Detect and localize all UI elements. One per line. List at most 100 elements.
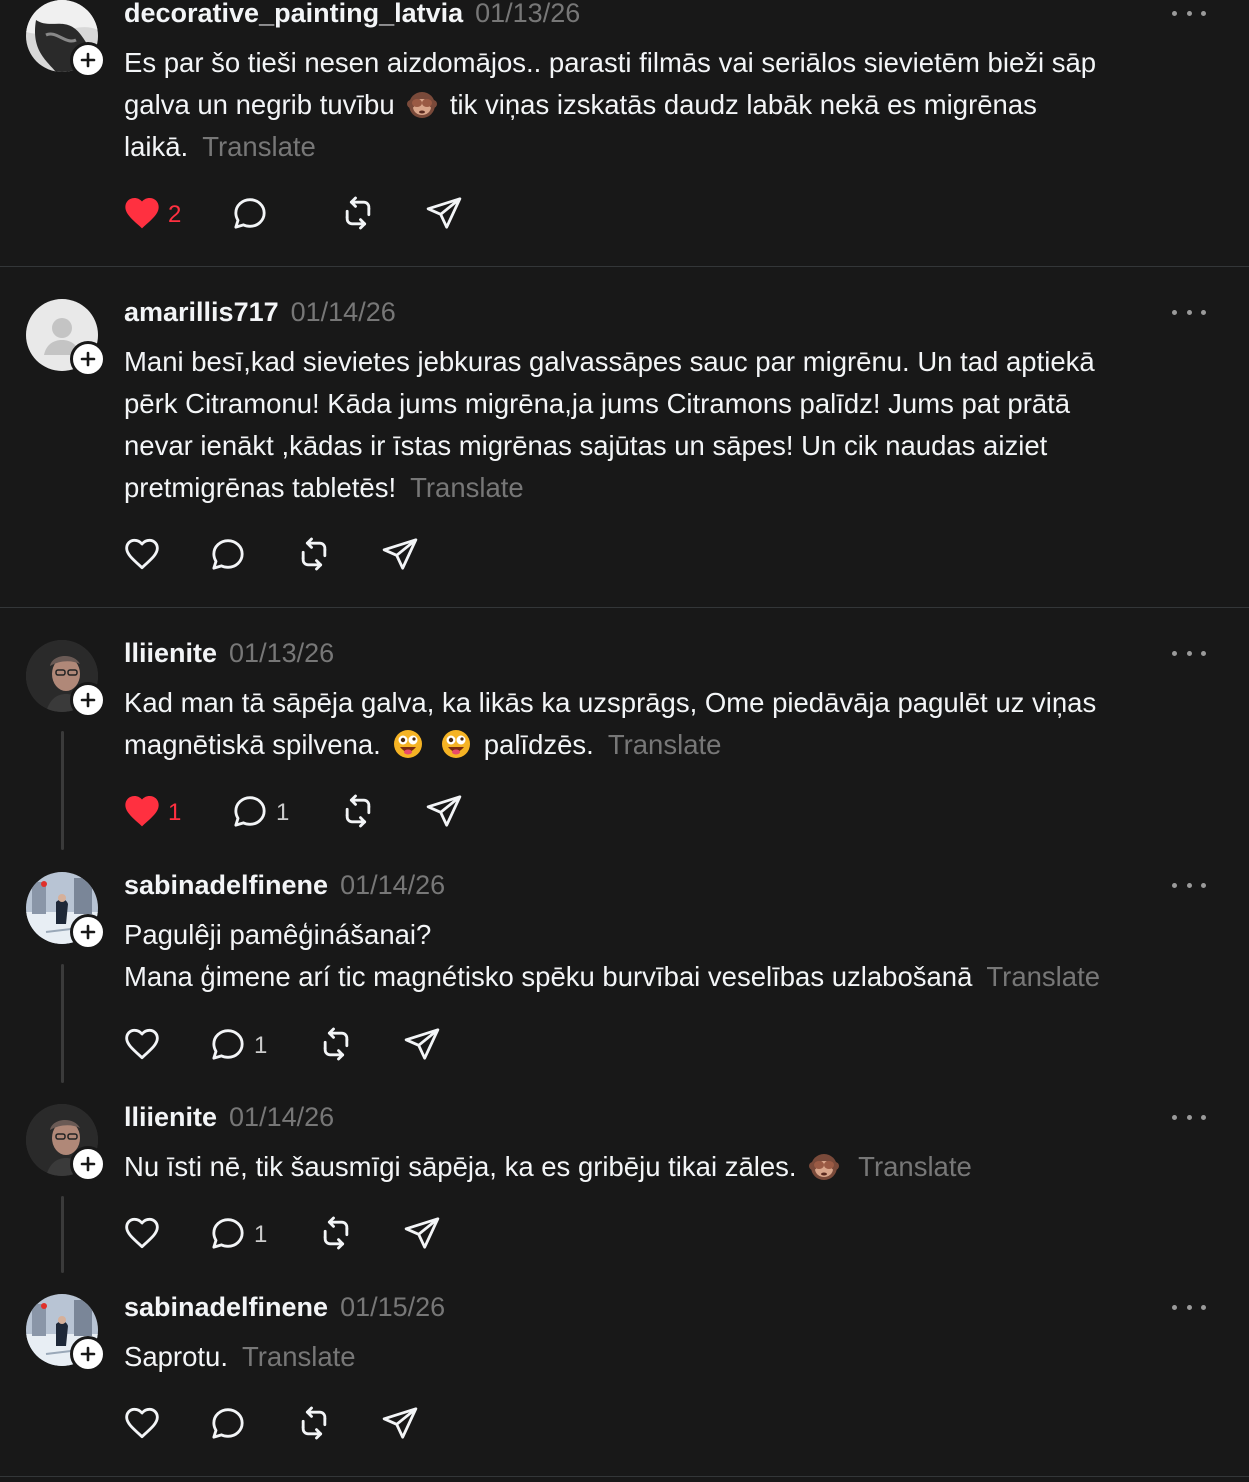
text-segment: Pagulêji pamêģinášanai? [124,919,432,950]
translate-link[interactable]: Translate [202,131,316,162]
reply-button[interactable] [208,1405,248,1445]
share-button[interactable] [424,793,464,833]
text-segment: Mana ģimene arí tic magnétisko spēku bur… [124,961,973,992]
username-link[interactable]: amarillis717 [124,297,279,328]
more-options-icon[interactable] [1172,875,1206,895]
follow-plus-icon[interactable] [70,914,106,950]
text-segment: Es par šo tieši nesen aizdomājos.. paras… [124,47,1097,78]
avatar-container [26,872,106,950]
more-options-icon[interactable] [1172,3,1206,23]
like-button[interactable]: 2 [122,195,181,235]
more-options-icon[interactable] [1172,1107,1206,1127]
repost-button[interactable] [316,1215,356,1255]
like-button[interactable] [122,1026,162,1066]
post-header: sabinadelfinene 01/14/26 [124,870,445,906]
like-button[interactable] [122,1215,162,1255]
repost-button[interactable] [338,195,378,235]
more-options-icon[interactable] [1172,302,1206,322]
reply-button[interactable]: 1 [208,1026,267,1066]
post-divider [0,607,1249,608]
username-link[interactable]: lliienite [124,1102,217,1133]
zany-face-emoji-icon [388,729,428,760]
follow-plus-icon[interactable] [70,1146,106,1182]
post-text-line: Kad man tā sāpēja galva, ka likās ka uzs… [124,682,1184,724]
more-options-icon[interactable] [1172,643,1206,663]
post-date[interactable]: 01/14/26 [229,1102,334,1133]
post-text-line: Mana ģimene arí tic magnétisko spēku bur… [124,956,1184,998]
post-text: Es par šo tieši nesen aizdomājos.. paras… [124,42,1184,168]
thread-line [61,731,64,850]
text-segment: magnētiskā spilvena. [124,729,389,760]
post-text-line: Pagulêji pamêģinášanai? [124,914,1184,956]
reply-button[interactable]: 1 [230,793,289,833]
post-text-line: galva un negrib tuvību tik viņas izskatā… [124,84,1184,126]
repost-icon [338,791,378,836]
username-link[interactable]: sabinadelfinene [124,870,328,901]
repost-button[interactable] [294,536,334,576]
username-link[interactable]: sabinadelfinene [124,1292,328,1323]
reply-button[interactable] [230,195,270,235]
heart-icon [122,193,162,238]
post-text: Saprotu. Translate [124,1336,1184,1378]
text-segment: pērk Citramonu! Kāda jums migrēna,ja jum… [124,388,1071,419]
see-no-evil-monkey-emoji-icon [402,89,442,120]
repost-icon [316,1213,356,1258]
translate-link[interactable]: Translate [242,1341,356,1372]
zany-face-emoji-icon [436,729,476,760]
post-date[interactable]: 01/14/26 [291,297,396,328]
translate-link[interactable]: Translate [986,961,1100,992]
username-link[interactable]: decorative_painting_latvia [124,0,463,29]
see-no-evil-monkey-emoji-icon [804,1151,844,1182]
like-button[interactable] [122,1405,162,1445]
comment-icon [208,1213,248,1258]
follow-plus-icon[interactable] [70,42,106,78]
translate-link[interactable]: Translate [410,472,524,503]
share-button[interactable] [402,1215,442,1255]
like-count: 1 [168,799,182,826]
repost-button[interactable] [338,793,378,833]
heart-icon [122,1403,162,1448]
follow-plus-icon[interactable] [70,1336,106,1372]
comment-icon [208,534,248,579]
repost-button[interactable] [316,1026,356,1066]
reply-count: 1 [254,1032,268,1059]
follow-plus-icon[interactable] [70,341,106,377]
translate-link[interactable]: Translate [858,1151,972,1182]
share-button[interactable] [424,195,464,235]
repost-icon [294,534,334,579]
post-date[interactable]: 01/14/26 [340,870,445,901]
post-divider [0,1476,1249,1477]
share-button[interactable] [380,1405,420,1445]
comment-icon [230,193,270,238]
avatar-container [26,299,106,377]
text-segment: Mani besī,kad sievietes jebkuras galvass… [124,346,1095,377]
share-button[interactable] [380,536,420,576]
like-button[interactable]: 1 [122,793,181,833]
post-text-line: pērk Citramonu! Kāda jums migrēna,ja jum… [124,383,1184,425]
post-date[interactable]: 01/15/26 [340,1292,445,1323]
post-date[interactable]: 01/13/26 [475,0,580,29]
text-segment: Kad man tā sāpēja galva, ka likās ka uzs… [124,687,1097,718]
post-divider [0,266,1249,267]
heart-icon [122,1024,162,1069]
repost-icon [338,193,378,238]
post-text-line: Mani besī,kad sievietes jebkuras galvass… [124,341,1184,383]
share-button[interactable] [402,1026,442,1066]
text-segment: pretmigrēnas tabletēs! [124,472,397,503]
translate-link[interactable]: Translate [608,729,722,760]
send-icon [380,1403,420,1448]
post-text-line: Saprotu. Translate [124,1336,1184,1378]
text-segment: Saprotu. [124,1341,228,1372]
post-date[interactable]: 01/13/26 [229,638,334,669]
reply-button[interactable]: 1 [208,1215,267,1255]
like-button[interactable] [122,536,162,576]
follow-plus-icon[interactable] [70,682,106,718]
reply-button[interactable] [208,536,248,576]
post-text-line: Es par šo tieši nesen aizdomājos.. paras… [124,42,1184,84]
text-segment: Nu īsti nē, tik šausmīgi sāpēja, ka es g… [124,1151,805,1182]
username-link[interactable]: lliienite [124,638,217,669]
avatar-container [26,0,106,78]
more-options-icon[interactable] [1172,1297,1206,1317]
thread-line [61,1196,64,1273]
repost-button[interactable] [294,1405,334,1445]
